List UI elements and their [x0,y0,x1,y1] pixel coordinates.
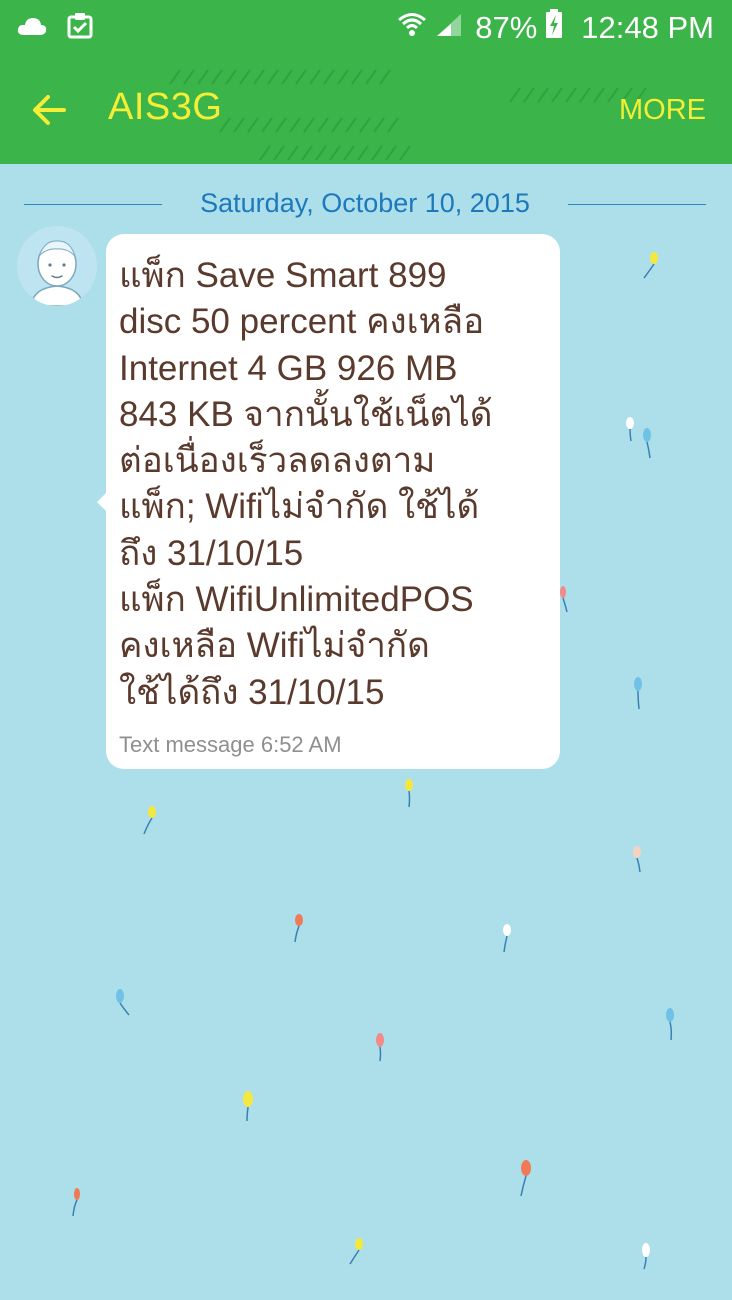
battery-percentage: 87% [475,10,538,45]
cell-signal-icon [435,10,463,46]
balloon-icon [143,806,156,835]
battery-charging-icon [545,9,563,47]
message-timestamp: Text message 6:52 AM [119,732,342,757]
status-bar: 87% 12:48 PM [0,0,732,56]
balloon-icon [666,1008,674,1041]
balloon-icon [376,1033,384,1062]
balloon-icon [642,1243,650,1270]
balloon-icon [405,779,413,808]
wifi-icon [397,10,427,46]
app-bar: AIS3G MORE [0,56,732,164]
balloon-icon [633,846,641,873]
contact-avatar[interactable] [17,226,97,306]
back-button[interactable] [28,88,72,132]
clipboard-check-icon [66,12,94,45]
person-icon [17,226,97,306]
clock: 12:48 PM [581,10,714,45]
balloon-icon [520,1160,531,1197]
balloon-icon [294,914,303,943]
balloon-icon [116,989,130,1016]
conversation-title: AIS3G [108,86,223,128]
balloon-icon [626,417,634,442]
balloon-icon [349,1238,363,1265]
date-divider-line [568,204,706,205]
date-separator: Saturday, October 10, 2015 [24,184,706,224]
balloon-icon [72,1188,80,1217]
balloon-icon [503,924,511,953]
back-arrow-icon [33,95,66,125]
balloon-icon [643,428,651,459]
message-bubble[interactable]: แพ็ก Save Smart 899 disc 50 percent คงเห… [106,234,560,769]
balloon-icon [643,252,658,279]
more-button[interactable]: MORE [619,94,706,127]
message-text: แพ็ก Save Smart 899 disc 50 percent คงเห… [119,256,493,712]
balloon-icon [634,677,642,710]
cloud-icon [16,15,48,42]
balloon-icon [560,586,568,613]
balloon-icon [243,1091,253,1122]
